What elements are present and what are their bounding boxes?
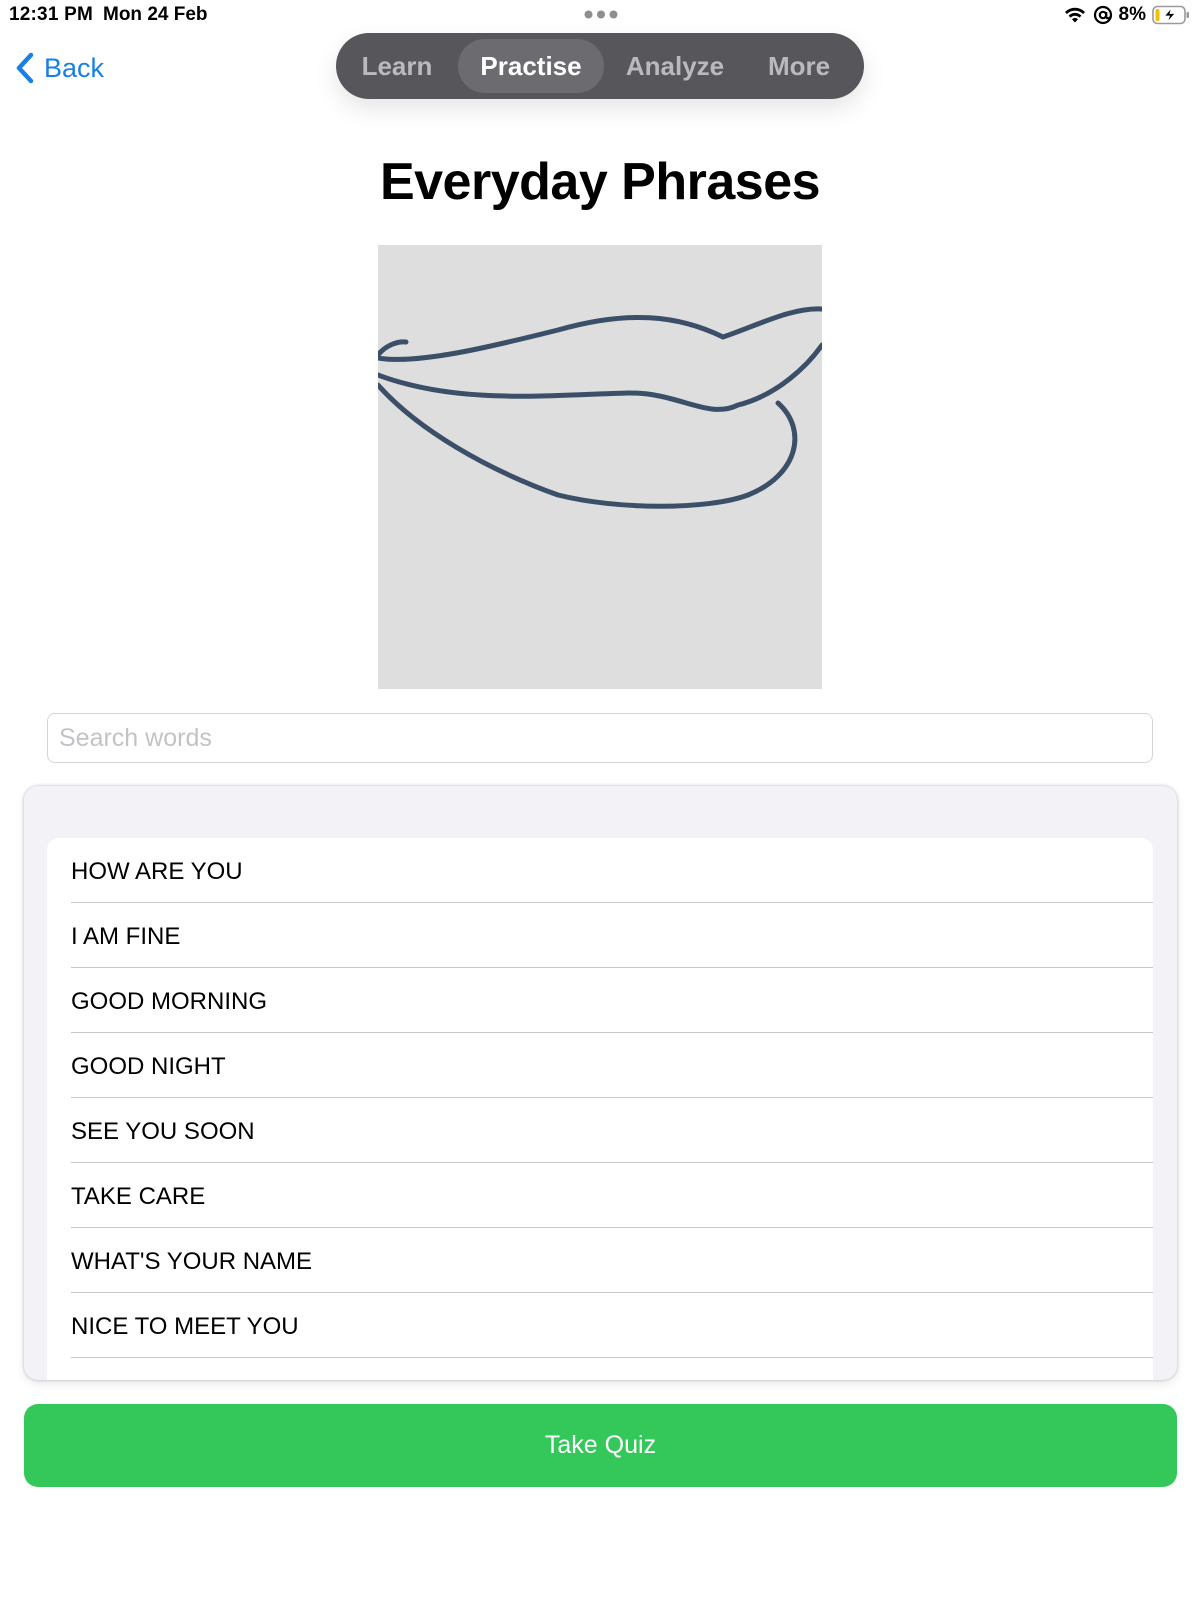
tab-learn[interactable]: Learn (346, 39, 448, 93)
phrase-label: GOOD MORNING (71, 988, 267, 1015)
status-right: 8% (1063, 3, 1190, 27)
chevron-left-icon (16, 52, 34, 84)
phrase-label: NICE TO MEET YOU (71, 1313, 299, 1340)
list-item[interactable]: WHAT'S YOUR NAME (47, 1228, 1153, 1293)
phrase-label: HOW ARE YOU (71, 858, 243, 885)
multitasking-dots-icon[interactable] (584, 10, 618, 19)
phrase-label: I AM FINE (71, 923, 181, 950)
status-date: Mon 24 Feb (103, 4, 208, 25)
list-item[interactable]: SEE YOU SOON (47, 1098, 1153, 1163)
tab-more[interactable]: More (746, 39, 852, 93)
phrase-label: GOOD NIGHT (71, 1053, 226, 1080)
tab-analyze[interactable]: Analyze (612, 39, 738, 93)
list-item[interactable]: GOOD MORNING (47, 968, 1153, 1033)
lips-illustration (378, 245, 822, 689)
tab-practise[interactable]: Practise (458, 39, 604, 93)
phrase-label: SEE YOU SOON (71, 1118, 255, 1145)
take-quiz-button[interactable]: Take Quiz (24, 1404, 1177, 1487)
divider (71, 1357, 1153, 1358)
page-title: Everyday Phrases (379, 153, 821, 211)
phrase-label: WHAT'S YOUR NAME (71, 1248, 313, 1275)
at-sign-icon (1093, 5, 1112, 25)
search-input[interactable] (47, 713, 1153, 763)
battery-percent: 8% (1118, 4, 1146, 25)
back-label: Back (44, 52, 105, 83)
back-button[interactable]: Back (16, 48, 104, 88)
list-item[interactable]: GOOD NIGHT (47, 1033, 1153, 1098)
list-item[interactable]: I AM FINE (47, 903, 1153, 968)
phrase-label: TAKE CARE (71, 1183, 206, 1210)
status-time: 12:31 PM (9, 4, 93, 25)
tab-segmented-control: Learn Practise Analyze More (336, 33, 864, 99)
app-root: 12:31 PM Mon 24 Feb 8% Back Learn Practi… (0, 0, 1200, 1600)
list-item[interactable]: HOW ARE YOU (47, 838, 1153, 903)
list-item[interactable]: TAKE CARE (47, 1163, 1153, 1228)
list-item[interactable]: NICE TO MEET YOU (47, 1293, 1153, 1358)
wifi-icon (1064, 7, 1085, 23)
status-bar: 12:31 PM Mon 24 Feb 8% (0, 0, 1200, 30)
phrase-list-card: HOW ARE YOU I AM FINE GOOD MORNING GOOD … (24, 786, 1177, 1380)
battery-charging-icon (1152, 5, 1189, 25)
phrase-list: HOW ARE YOU I AM FINE GOOD MORNING GOOD … (47, 838, 1153, 1380)
